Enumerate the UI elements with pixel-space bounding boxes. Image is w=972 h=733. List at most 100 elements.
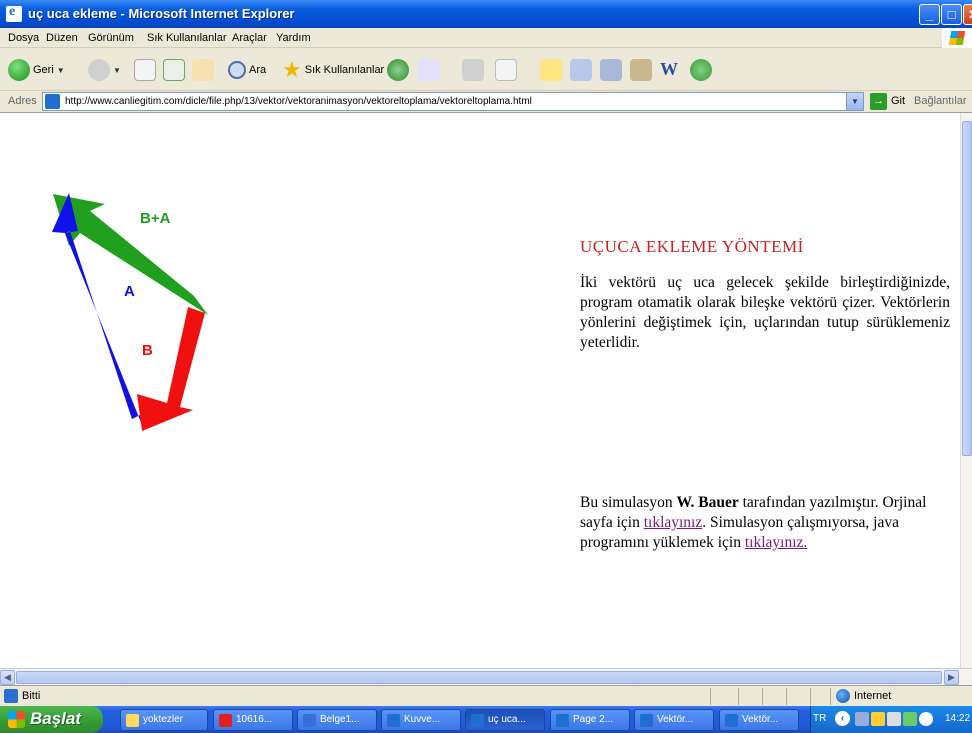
chevron-left-icon[interactable]: ‹	[835, 711, 850, 726]
edit-icon[interactable]	[495, 59, 517, 81]
chevron-down-icon: ▼	[113, 65, 121, 75]
menu-view[interactable]: Görünüm	[88, 32, 134, 44]
back-label: Geri	[33, 64, 54, 76]
task-button-active[interactable]: uç uca...	[465, 709, 545, 731]
address-label: Adres	[8, 95, 37, 107]
maximize-button[interactable]: □	[941, 4, 962, 25]
task-button[interactable]: Belge1...	[297, 709, 377, 731]
window-title: uç uca ekleme - Microsoft Internet Explo…	[28, 6, 295, 21]
taskbar: Başlat yoktezler 10616... Belge1... Kuvv…	[0, 706, 972, 733]
search-label: Ara	[249, 64, 267, 76]
address-url: http://www.canliegitim.com/dicle/file.ph…	[65, 96, 532, 107]
menu-bar: Dosya Düzen Görünüm Sık Kullanılanlar Ar…	[0, 28, 972, 48]
java-download-link[interactable]: tıklayınız.	[745, 534, 807, 551]
tray-icons	[855, 712, 933, 726]
task-button[interactable]: 10616...	[213, 709, 293, 731]
favorites-label: Sık Kullanılanlar	[304, 64, 385, 76]
vertical-scroll-thumb[interactable]	[962, 121, 972, 456]
menu-favorites[interactable]: Sık Kullanılanlar	[147, 32, 227, 44]
language-indicator[interactable]: TR	[813, 713, 826, 724]
pdf-icon	[219, 714, 232, 727]
search-button[interactable]: Ara	[228, 57, 266, 83]
toolbar: Geri ▼ ▼ Ara ★ Sık Kullanılanlar W	[0, 49, 972, 91]
task-button[interactable]: Vektör...	[634, 709, 714, 731]
back-arrow-icon	[8, 59, 30, 81]
title-bar[interactable]: uç uca ekleme - Microsoft Internet Explo…	[0, 0, 972, 28]
minimize-button[interactable]: _	[919, 4, 940, 25]
task-label: Page 2...	[573, 714, 614, 725]
links-button[interactable]: Bağlantılar	[914, 95, 967, 107]
status-bar: Bitti Internet	[0, 685, 972, 706]
task-button[interactable]: Page 2...	[550, 709, 630, 731]
menu-file[interactable]: Dosya	[8, 32, 39, 44]
history-icon[interactable]	[387, 59, 409, 81]
go-arrow-icon[interactable]: →	[870, 93, 887, 110]
task-button[interactable]: Kuvve...	[381, 709, 461, 731]
security-zone: Internet	[854, 690, 892, 702]
scroll-left-arrow-icon[interactable]: ◀	[0, 670, 15, 685]
network-icon[interactable]	[903, 712, 917, 726]
divider	[762, 688, 763, 705]
home-icon[interactable]	[192, 59, 214, 81]
status-text: Bitti	[22, 690, 41, 702]
system-tray: TR ‹ 14:22	[810, 706, 972, 733]
task-label: Kuvve...	[404, 714, 441, 725]
scroll-right-arrow-icon[interactable]: ▶	[944, 670, 959, 685]
horizontal-scrollbar[interactable]: ◀ ▶	[0, 668, 972, 685]
folder-icon[interactable]	[540, 59, 562, 81]
menu-tools[interactable]: Araçlar	[232, 32, 267, 44]
ie-icon	[556, 714, 569, 727]
mail-icon[interactable]	[418, 59, 440, 81]
address-input[interactable]: http://www.canliegitim.com/dicle/file.ph…	[42, 92, 864, 111]
favorites-button[interactable]: ★ Sık Kullanılanlar	[282, 57, 384, 83]
vector-diagram[interactable]: B+A A B	[8, 113, 308, 513]
print-icon[interactable]	[462, 59, 484, 81]
tray-app-icon[interactable]	[871, 712, 885, 726]
windows-logo-icon	[942, 28, 972, 48]
task-label: uç uca...	[488, 714, 526, 725]
tray-app-icon[interactable]	[919, 712, 933, 726]
task-button[interactable]: Vektör...	[719, 709, 799, 731]
task-label: Belge1...	[320, 714, 360, 725]
chart-icon[interactable]	[570, 59, 592, 81]
back-button[interactable]: Geri ▼	[8, 57, 65, 83]
star-icon: ★	[282, 57, 302, 82]
divider	[738, 688, 739, 705]
page-done-icon	[4, 689, 18, 703]
chevron-down-icon: ▼	[56, 65, 65, 75]
start-button[interactable]: Başlat	[0, 706, 103, 733]
messenger-icon[interactable]	[600, 59, 622, 81]
windows-logo-icon	[8, 711, 25, 728]
instructions-paragraph: İki vektörü uç uca gelecek şekilde birle…	[580, 274, 950, 352]
label-sum: B+A	[140, 210, 171, 227]
task-label: Vektör...	[742, 714, 779, 725]
menu-help[interactable]: Yardım	[276, 32, 311, 44]
original-page-link[interactable]: tıklayınız	[644, 514, 703, 531]
volume-icon[interactable]	[887, 712, 901, 726]
task-button[interactable]: yoktezler	[120, 709, 208, 731]
close-button[interactable]: ✕	[963, 4, 972, 25]
chevron-down-icon[interactable]: ▼	[846, 93, 863, 110]
research-icon[interactable]	[630, 59, 652, 81]
tray-app-icon[interactable]	[855, 712, 869, 726]
go-button[interactable]: Git	[891, 95, 905, 107]
task-label: yoktezler	[143, 714, 184, 725]
vertical-scrollbar[interactable]	[960, 113, 972, 668]
address-bar: Adres http://www.canliegitim.com/dicle/f…	[0, 91, 972, 113]
refresh-icon[interactable]	[163, 59, 185, 81]
folder-icon	[126, 714, 139, 727]
horizontal-scroll-thumb[interactable]	[16, 671, 942, 684]
word-icon[interactable]: W	[660, 59, 678, 80]
divider	[786, 688, 787, 705]
stop-icon[interactable]	[134, 59, 156, 81]
start-label: Başlat	[30, 709, 82, 728]
vector-b-arrow[interactable]	[137, 307, 205, 431]
forward-button[interactable]: ▼	[88, 57, 121, 83]
credit-text: Bu simulasyon	[580, 494, 677, 511]
label-a: A	[124, 283, 135, 300]
task-label: 10616...	[236, 714, 273, 725]
ie-icon	[640, 714, 653, 727]
search-icon	[228, 61, 246, 79]
menu-edit[interactable]: Düzen	[46, 32, 78, 44]
people-icon[interactable]	[690, 59, 712, 81]
